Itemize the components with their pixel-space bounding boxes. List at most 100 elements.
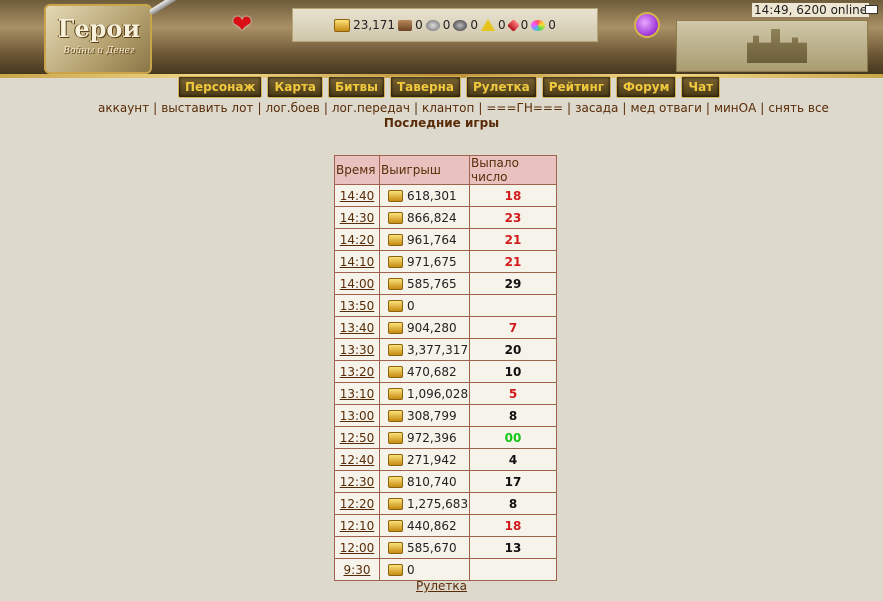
submenu-courage-honey[interactable]: мед отваги [630, 101, 701, 115]
gold-icon [388, 453, 403, 466]
rolled-number: 10 [504, 364, 522, 379]
rolled-number: 23 [504, 210, 522, 225]
submenu-battle-log[interactable]: лог.боев [265, 101, 319, 115]
game-time-link[interactable]: 14:20 [340, 233, 375, 247]
game-logo[interactable]: Герои Войны и Денег [44, 4, 152, 74]
table-row: 12:00 585,670 13 [334, 536, 557, 559]
rolled-number: 18 [504, 518, 522, 533]
rolled-number: 21 [504, 254, 522, 269]
submenu-clantop[interactable]: клантоп [422, 101, 474, 115]
table-row: 13:20 470,682 10 [334, 360, 557, 383]
win-amount: 308,799 [407, 408, 457, 423]
game-time-link[interactable]: 13:40 [340, 321, 375, 335]
menu-forum[interactable]: Форум [616, 76, 677, 98]
gold-icon [388, 519, 403, 532]
game-time-link[interactable]: 12:20 [340, 497, 375, 511]
number-cell: 10 [469, 360, 557, 383]
menu-map[interactable]: Карта [267, 76, 324, 98]
game-time-link[interactable]: 12:40 [340, 453, 375, 467]
sub-menu: аккаунт | выставить лот | лог.боев | лог.перед… [98, 101, 829, 115]
win-cell: 0 [379, 558, 470, 581]
game-time-link[interactable]: 14:10 [340, 255, 375, 269]
win-cell: 904,280 [379, 316, 470, 339]
submenu-remove-all[interactable]: снять все [768, 101, 829, 115]
number-cell: 8 [469, 404, 557, 427]
game-time-link[interactable]: 13:10 [340, 387, 375, 401]
time-cell: 13:50 [334, 294, 380, 317]
submenu-min-oa[interactable]: минОА [714, 101, 756, 115]
gold-icon [388, 541, 403, 554]
header: Герои Войны и Денег ❤ 23,171 0 0 0 0 0 0… [0, 0, 883, 100]
menu-chat[interactable]: Чат [681, 76, 721, 98]
time-cell: 13:10 [334, 382, 380, 405]
win-cell: 308,799 [379, 404, 470, 427]
submenu-place-lot[interactable]: выставить лот [161, 101, 253, 115]
game-time-link[interactable]: 9:30 [344, 563, 371, 577]
win-cell: 971,675 [379, 250, 470, 273]
menu-character[interactable]: Персонаж [178, 76, 263, 98]
resources-panel: 23,171 0 0 0 0 0 0 [292, 8, 598, 42]
roulette-link[interactable]: Рулетка [0, 579, 883, 593]
main-menu: Персонаж Карта Битвы Таверна Рулетка Рей… [178, 76, 721, 98]
win-amount: 3,377,317 [407, 342, 469, 357]
table-row: 9:30 0 [334, 558, 557, 581]
submenu-transfer-log[interactable]: лог.передач [332, 101, 410, 115]
gold-icon [388, 233, 403, 246]
gold-icon [388, 409, 403, 422]
rolled-number: 13 [504, 540, 522, 555]
gems-icon [531, 19, 546, 31]
number-cell: 7 [469, 316, 557, 339]
game-time-link[interactable]: 13:00 [340, 409, 375, 423]
menu-rating[interactable]: Рейтинг [541, 76, 612, 98]
ore-amount: 0 [442, 18, 451, 32]
game-time-link[interactable]: 12:30 [340, 475, 375, 489]
heart-icon[interactable]: ❤ [232, 10, 252, 38]
wood-icon [398, 19, 413, 31]
game-time-link[interactable]: 12:00 [340, 541, 375, 555]
time-cell: 14:00 [334, 272, 380, 295]
submenu-ambush[interactable]: засада [575, 101, 618, 115]
mercury-amount: 0 [470, 18, 478, 32]
game-time-link[interactable]: 14:30 [340, 211, 375, 225]
table-row: 13:40 904,280 7 [334, 316, 557, 339]
win-amount: 972,396 [407, 430, 457, 445]
win-cell: 470,682 [379, 360, 470, 383]
number-cell [469, 294, 557, 317]
win-cell: 585,765 [379, 272, 470, 295]
game-time-link[interactable]: 14:00 [340, 277, 375, 291]
castle-picture [676, 20, 868, 72]
gold-icon [388, 563, 403, 576]
mail-icon[interactable] [865, 5, 878, 14]
time-cell: 12:20 [334, 492, 380, 515]
resource-wood: 0 [398, 18, 423, 32]
game-time-link[interactable]: 12:50 [340, 431, 375, 445]
win-amount: 1,096,028 [407, 386, 469, 401]
submenu-gn[interactable]: ===ГН=== [486, 101, 563, 115]
number-cell: 20 [469, 338, 557, 361]
table-row: 13:30 3,377,317 20 [334, 338, 557, 361]
menu-roulette[interactable]: Рулетка [466, 76, 537, 98]
number-cell: 17 [469, 470, 557, 493]
gold-icon [388, 321, 403, 334]
game-time-link[interactable]: 13:50 [340, 299, 375, 313]
menu-battles[interactable]: Битвы [328, 76, 385, 98]
win-cell: 961,764 [379, 228, 470, 251]
game-time-link[interactable]: 13:30 [340, 343, 375, 357]
rolled-number: 4 [508, 452, 518, 467]
number-cell: 4 [469, 448, 557, 471]
gold-icon [334, 18, 351, 32]
potion-icon[interactable] [634, 12, 660, 38]
table-row: 12:10 440,862 18 [334, 514, 557, 537]
game-time-link[interactable]: 13:20 [340, 365, 375, 379]
submenu-account[interactable]: аккаунт [98, 101, 149, 115]
resource-ore: 0 [425, 18, 451, 32]
table-row: 14:00 585,765 29 [334, 272, 557, 295]
win-amount: 585,765 [407, 276, 457, 291]
game-time-link[interactable]: 14:40 [340, 189, 375, 203]
time-cell: 14:30 [334, 206, 380, 229]
gold-icon [388, 387, 403, 400]
game-time-link[interactable]: 12:10 [340, 519, 375, 533]
menu-tavern[interactable]: Таверна [390, 76, 461, 98]
time-cell: 13:00 [334, 404, 380, 427]
rolled-number: 8 [508, 496, 518, 511]
